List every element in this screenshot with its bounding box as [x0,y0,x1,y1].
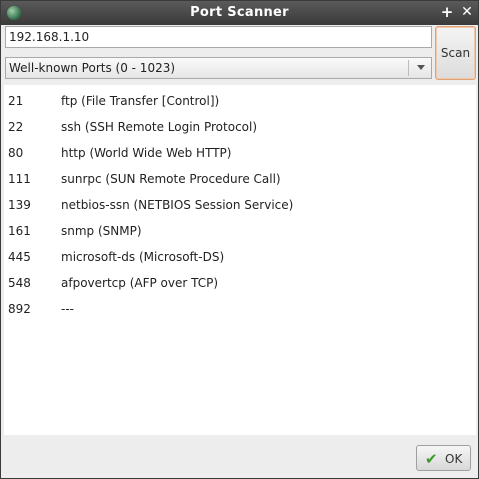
list-item[interactable]: 111 sunrpc (SUN Remote Procedure Call) [4,165,476,191]
service-name: http (World Wide Web HTTP) [61,146,232,160]
service-name: ftp (File Transfer [Control]) [61,94,220,108]
list-item[interactable]: 548 afpovertcp (AFP over TCP) [4,269,476,295]
list-item[interactable]: 892 --- [4,295,476,321]
port-number: 80 [8,146,24,160]
service-name: snmp (SNMP) [61,224,142,238]
list-item[interactable]: 161 snmp (SNMP) [4,217,476,243]
chevron-down-icon[interactable] [417,65,425,70]
service-name: netbios-ssn (NETBIOS Session Service) [61,198,294,212]
list-item[interactable]: 21 ftp (File Transfer [Control]) [4,87,476,113]
port-number: 22 [8,120,24,134]
port-number: 111 [8,172,31,186]
port-range-dropdown[interactable]: Well-known Ports (0 - 1023) [5,57,432,79]
dropdown-divider [408,60,409,76]
port-number: 21 [8,94,24,108]
service-name: afpovertcp (AFP over TCP) [61,276,219,290]
service-name: ssh (SSH Remote Login Protocol) [61,120,258,134]
list-item[interactable]: 80 http (World Wide Web HTTP) [4,139,476,165]
maximize-button[interactable]: + [439,4,455,20]
service-name: sunrpc (SUN Remote Procedure Call) [61,172,281,186]
checkmark-icon: ✔ [425,450,438,468]
port-number: 139 [8,198,31,212]
list-item[interactable]: 445 microsoft-ds (Microsoft-DS) [4,243,476,269]
port-range-selected: Well-known Ports (0 - 1023) [9,61,176,75]
list-item[interactable]: 22 ssh (SSH Remote Login Protocol) [4,113,476,139]
service-name: microsoft-ds (Microsoft-DS) [61,250,225,264]
port-scanner-window: Port Scanner + ✕ 192.168.1.10 Well-known… [0,0,479,479]
host-input[interactable]: 192.168.1.10 [5,26,432,48]
port-number: 161 [8,224,31,238]
title-bar[interactable]: Port Scanner + ✕ [1,1,478,25]
ok-button[interactable]: ✔ OK [416,445,471,471]
port-number: 548 [8,276,31,290]
close-button[interactable]: ✕ [459,4,475,20]
service-name: --- [61,302,74,316]
port-number: 892 [8,302,31,316]
results-list[interactable]: 21 ftp (File Transfer [Control]) 22 ssh … [4,85,476,435]
list-item[interactable]: 139 netbios-ssn (NETBIOS Session Service… [4,191,476,217]
ok-button-label: OK [445,452,463,466]
window-title: Port Scanner [190,5,289,20]
scan-button[interactable]: Scan [435,26,476,80]
port-number: 445 [8,250,31,264]
